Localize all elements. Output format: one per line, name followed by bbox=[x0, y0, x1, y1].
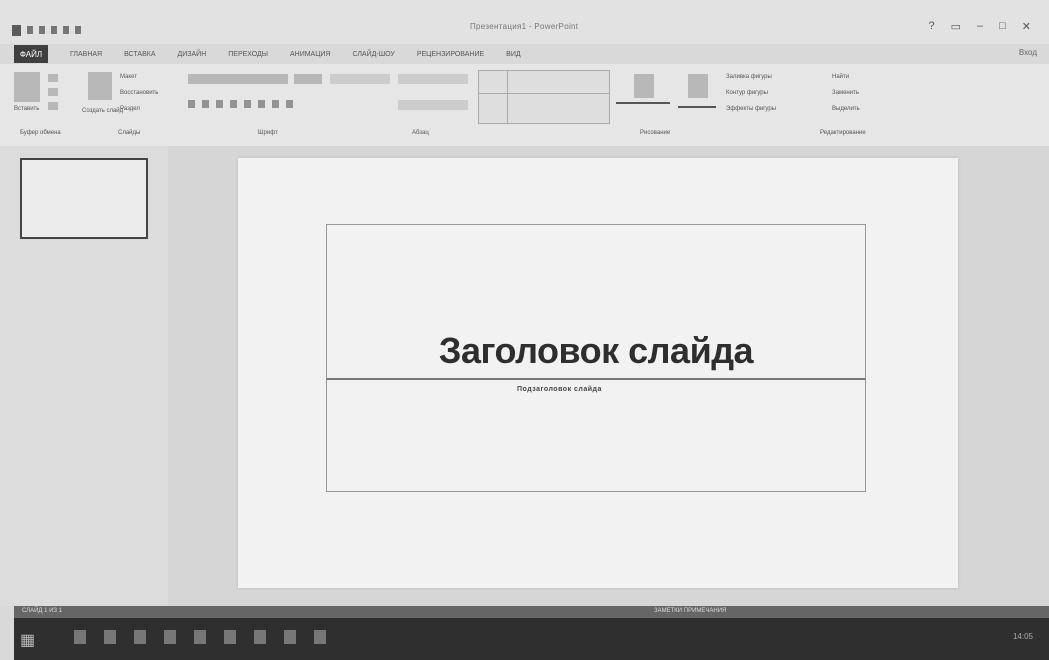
slides-group-label: Слайды bbox=[118, 130, 141, 136]
title-placeholder[interactable]: Заголовок слайда bbox=[326, 224, 866, 380]
tab-transitions[interactable]: ПЕРЕХОДЫ bbox=[228, 51, 268, 58]
copy-icon[interactable] bbox=[48, 88, 58, 96]
status-bar: СЛАЙД 1 ИЗ 1 ЗАМЕТКИ ПРИМЕЧАНИЯ bbox=[14, 606, 1049, 618]
shape-outline-button[interactable]: Контур фигуры bbox=[726, 90, 768, 96]
excel-icon[interactable] bbox=[224, 630, 236, 644]
quick-access-toolbar bbox=[12, 22, 81, 38]
app-icon-2[interactable] bbox=[314, 630, 326, 644]
slide[interactable]: Заголовок слайда Подзаголовок слайда bbox=[238, 158, 958, 588]
new-slide-button[interactable]: Создать слайд bbox=[82, 108, 123, 114]
slide-counter: СЛАЙД 1 ИЗ 1 bbox=[22, 608, 63, 614]
paste-button[interactable]: Вставить bbox=[14, 106, 39, 112]
underline-icon[interactable] bbox=[216, 100, 223, 108]
powerpoint-taskbar-icon[interactable] bbox=[254, 630, 266, 644]
window-controls: ? ▭ – □ ✕ bbox=[928, 20, 1031, 33]
folder-icon[interactable] bbox=[164, 630, 176, 644]
shape-effects-button[interactable]: Эффекты фигуры bbox=[726, 106, 776, 112]
undo-icon[interactable] bbox=[39, 26, 45, 34]
shape-fill-button[interactable]: Заливка фигуры bbox=[726, 74, 772, 80]
font-format-buttons bbox=[188, 100, 293, 108]
cut-icon[interactable] bbox=[48, 74, 58, 82]
arrange-icon[interactable] bbox=[688, 74, 708, 98]
slide-thumbnail-1[interactable] bbox=[20, 158, 148, 239]
browser-icon[interactable] bbox=[104, 630, 116, 644]
tab-animations[interactable]: АНИМАЦИЯ bbox=[290, 51, 331, 58]
slide-title: Заголовок слайда bbox=[438, 330, 754, 371]
clock[interactable]: 14:05 bbox=[1013, 632, 1033, 641]
new-slide-icon[interactable] bbox=[88, 72, 112, 100]
paste-icon[interactable] bbox=[14, 72, 40, 102]
document-title: Презентация1 - PowerPoint bbox=[470, 22, 579, 31]
font-size-buttons[interactable] bbox=[330, 74, 390, 84]
help-button[interactable]: ? bbox=[928, 20, 934, 33]
app-icon[interactable] bbox=[284, 630, 296, 644]
case-icon[interactable] bbox=[272, 100, 279, 108]
reset-button[interactable]: Восстановить bbox=[120, 90, 158, 96]
slide-thumbnail-pane bbox=[0, 146, 168, 606]
media-icon[interactable] bbox=[134, 630, 146, 644]
drawing-divider-2 bbox=[678, 106, 716, 108]
slideshow-start-icon[interactable] bbox=[63, 26, 69, 34]
close-button[interactable]: ✕ bbox=[1022, 20, 1031, 33]
paragraph-group-label: Абзац bbox=[412, 130, 429, 136]
section-button[interactable]: Раздел bbox=[120, 106, 140, 112]
tab-review[interactable]: РЕЦЕНЗИРОВАНИЕ bbox=[417, 51, 484, 58]
notes-comments-buttons[interactable]: ЗАМЕТКИ ПРИМЕЧАНИЯ bbox=[654, 608, 726, 614]
editing-group-label: Редактирование bbox=[820, 130, 866, 136]
word-icon[interactable] bbox=[194, 630, 206, 644]
font-size-box[interactable] bbox=[294, 74, 322, 84]
ribbon-group-labels: Буфер обмена Слайды Шрифт Абзац Рисовани… bbox=[0, 130, 1049, 144]
clipboard-group-label: Буфер обмена bbox=[20, 130, 61, 136]
minimize-button[interactable]: – bbox=[977, 20, 983, 33]
slide-canvas: Заголовок слайда Подзаголовок слайда bbox=[168, 146, 1049, 606]
shapes-icon[interactable] bbox=[634, 74, 654, 98]
taskbar: ▦ 14:05 bbox=[14, 618, 1049, 660]
spacing-icon[interactable] bbox=[258, 100, 265, 108]
tab-file[interactable]: ФАЙЛ bbox=[14, 45, 48, 63]
title-bar: Презентация1 - PowerPoint ? ▭ – □ ✕ bbox=[0, 0, 1049, 44]
customize-qat-icon[interactable] bbox=[75, 26, 81, 34]
format-painter-icon[interactable] bbox=[48, 102, 58, 110]
ribbon-display-button[interactable]: ▭ bbox=[951, 20, 961, 33]
subtitle-placeholder[interactable]: Подзаголовок слайда bbox=[326, 380, 866, 492]
tab-home[interactable]: ГЛАВНАЯ bbox=[70, 51, 102, 58]
align-buttons[interactable] bbox=[398, 100, 468, 110]
drawing-divider bbox=[616, 102, 670, 104]
shadow-icon[interactable] bbox=[230, 100, 237, 108]
font-group-label: Шрифт bbox=[258, 130, 278, 136]
font-name-box[interactable] bbox=[188, 74, 288, 84]
maximize-button[interactable]: □ bbox=[999, 20, 1006, 33]
font-color-icon[interactable] bbox=[286, 100, 293, 108]
sign-in-link[interactable]: Вход bbox=[1019, 48, 1037, 57]
layout-button[interactable]: Макет bbox=[120, 74, 137, 80]
redo-icon[interactable] bbox=[51, 26, 57, 34]
find-button[interactable]: Найти bbox=[832, 74, 849, 80]
drawing-group-label: Рисование bbox=[640, 130, 671, 136]
bold-icon[interactable] bbox=[188, 100, 195, 108]
tab-view[interactable]: ВИД bbox=[506, 51, 520, 58]
strikethrough-icon[interactable] bbox=[244, 100, 251, 108]
taskbar-apps bbox=[74, 630, 326, 644]
tab-insert[interactable]: ВСТАВКА bbox=[124, 51, 155, 58]
tab-design[interactable]: ДИЗАЙН bbox=[178, 51, 207, 58]
replace-button[interactable]: Заменить bbox=[832, 90, 859, 96]
start-icon[interactable]: ▦ bbox=[20, 630, 35, 650]
powerpoint-app-icon bbox=[12, 24, 21, 36]
explorer-icon[interactable] bbox=[74, 630, 86, 644]
ribbon-tabs: ФАЙЛ ГЛАВНАЯ ВСТАВКА ДИЗАЙН ПЕРЕХОДЫ АНИ… bbox=[0, 44, 1049, 64]
tab-slideshow[interactable]: СЛАЙД-ШОУ bbox=[353, 51, 395, 58]
save-icon[interactable] bbox=[27, 26, 33, 34]
select-button[interactable]: Выделить bbox=[832, 106, 860, 112]
paragraph-options-grid[interactable] bbox=[478, 70, 610, 124]
list-buttons[interactable] bbox=[398, 74, 468, 84]
italic-icon[interactable] bbox=[202, 100, 209, 108]
slide-subtitle: Подзаголовок слайда bbox=[517, 386, 602, 393]
